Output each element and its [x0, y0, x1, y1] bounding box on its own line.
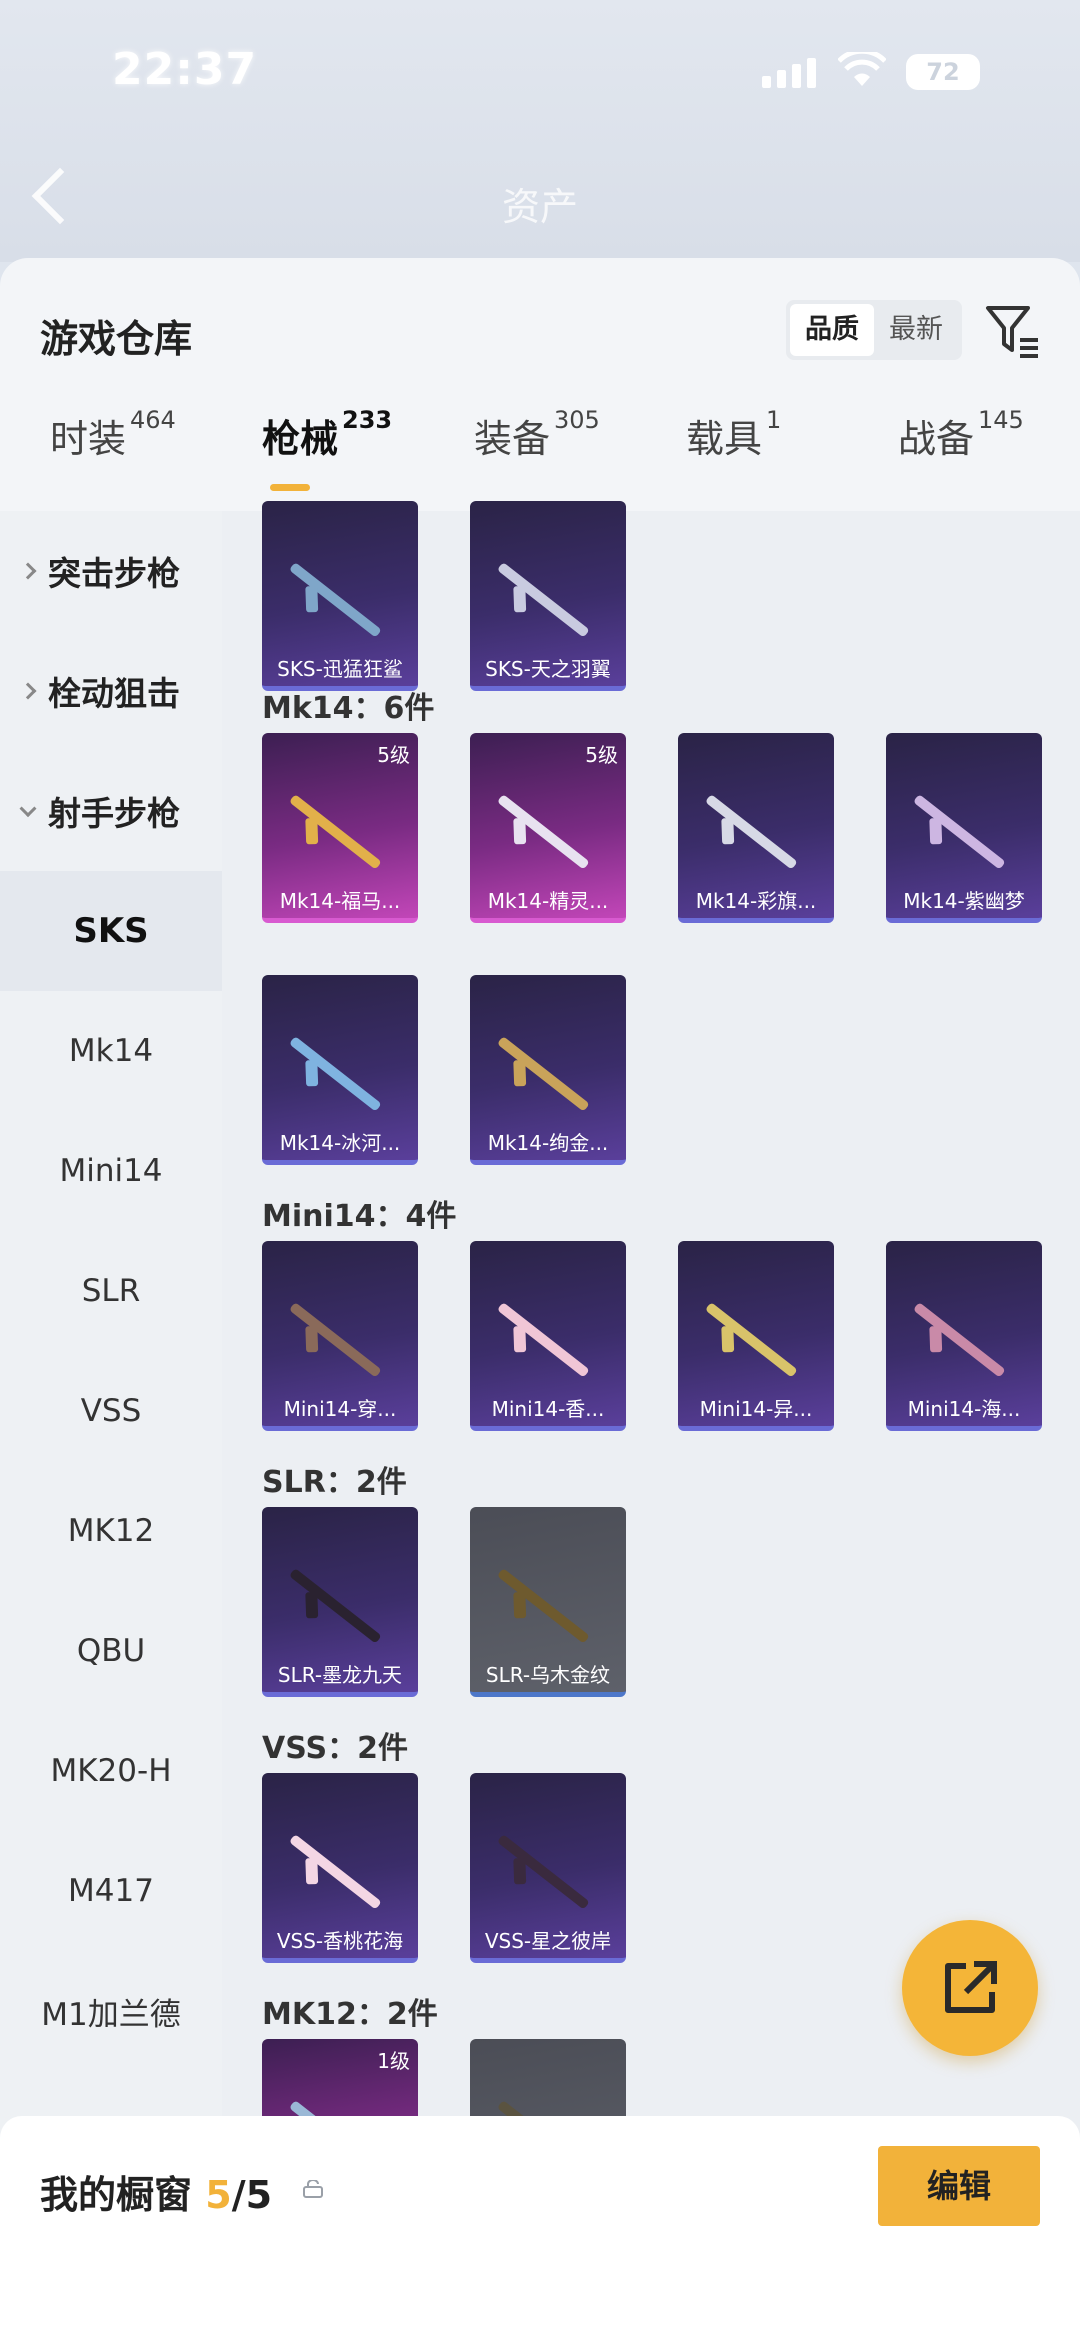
chevron-right-icon: [19, 682, 37, 700]
section-title-mini14: Mini14：4件: [262, 1199, 457, 1234]
share-external-icon: [945, 1961, 997, 2013]
sidebar-item-mk12[interactable]: MK12: [0, 1471, 222, 1591]
weapon-card[interactable]: SLR-乌木金纹: [470, 1507, 626, 1697]
top-header: 22:37 72 资产: [0, 0, 1080, 262]
sidebar-cat-assault-rifle[interactable]: 突击步枪: [0, 511, 222, 631]
sidebar-item-mini14[interactable]: Mini14: [0, 1111, 222, 1231]
sidebar-item-m1-garand[interactable]: M1加兰德: [0, 1951, 222, 2071]
weapon-card[interactable]: Mini14-穿...: [262, 1241, 418, 1431]
weapon-card[interactable]: SKS-迅猛狂鲨: [262, 501, 418, 691]
page-title: 资产: [501, 185, 578, 229]
sidebar-item-mk20h[interactable]: MK20-H: [0, 1711, 222, 1831]
category-tabs: 时装 464 枪械 233 装备 305 载具 1 战备 145: [0, 406, 1080, 494]
weapon-card[interactable]: Mk14-紫幽梦: [886, 733, 1042, 923]
chevron-down-icon: [19, 800, 37, 818]
signal-icon: [762, 58, 816, 88]
weapon-card[interactable]: Mini14-海...: [886, 1241, 1042, 1431]
weapon-card[interactable]: 5级 Mk14-精灵...: [470, 733, 626, 923]
edit-button[interactable]: 编辑: [878, 2146, 1040, 2226]
lock-icon: [303, 2180, 323, 2198]
weapon-card[interactable]: Mk14-冰河...: [262, 975, 418, 1165]
weapon-card[interactable]: Mini14-香...: [470, 1241, 626, 1431]
section-title-mk12: MK12：2件: [262, 1997, 438, 2032]
weapon-card[interactable]: Mk14-彩旗...: [678, 733, 834, 923]
sidebar-item-m417[interactable]: M417: [0, 1831, 222, 1951]
share-fab-button[interactable]: [902, 1920, 1038, 2056]
weapon-card[interactable]: VSS-香桃花海: [262, 1773, 418, 1963]
sidebar-cat-marksman-rifle[interactable]: 射手步枪: [0, 751, 222, 871]
showcase-count: 5: [205, 2173, 232, 2217]
tab-equipment[interactable]: 装备 305: [474, 406, 600, 463]
weapon-card[interactable]: 5级 Mk14-福马...: [262, 733, 418, 923]
showcase-total: /5: [231, 2173, 273, 2217]
weapon-card[interactable]: SLR-墨龙九天: [262, 1507, 418, 1697]
status-time: 22:37: [112, 44, 258, 95]
sort-newest-button[interactable]: 最新: [874, 304, 958, 356]
tab-supplies[interactable]: 战备 145: [898, 406, 1024, 463]
weapon-card[interactable]: Mini14-异...: [678, 1241, 834, 1431]
section-title-slr: SLR：2件: [262, 1465, 407, 1500]
tab-guns[interactable]: 枪械 233: [262, 406, 392, 491]
section-title-vss: VSS：2件: [262, 1731, 408, 1766]
weapon-sidebar: 突击步枪 栓动狙击 射手步枪 SKS Mk14 Mini14 SLR VSS M…: [0, 511, 222, 2341]
tab-fashion[interactable]: 时装 464: [50, 406, 176, 463]
sidebar-item-qbu[interactable]: QBU: [0, 1591, 222, 1711]
sidebar-item-mk14[interactable]: Mk14: [0, 991, 222, 1111]
sheet-title: 游戏仓库: [40, 317, 193, 361]
battery-icon: 72: [906, 54, 980, 90]
sort-quality-button[interactable]: 品质: [790, 304, 874, 356]
section-title-mk14: Mk14：6件: [262, 691, 435, 726]
weapon-grid: SKS-迅猛狂鲨 SKS-天之羽翼 Mk14：6件 5级 Mk14-福马... 5…: [222, 501, 1080, 2341]
wifi-icon: [838, 52, 886, 86]
status-bar: 22:37 72: [0, 40, 1080, 110]
weapon-card[interactable]: SKS-天之羽翼: [470, 501, 626, 691]
sidebar-item-vss[interactable]: VSS: [0, 1351, 222, 1471]
sidebar-item-sks[interactable]: SKS: [0, 871, 222, 991]
tab-vehicles[interactable]: 载具 1: [686, 406, 781, 463]
filter-icon[interactable]: [982, 300, 1042, 360]
weapon-card[interactable]: Mk14-绚金...: [470, 975, 626, 1165]
sidebar-cat-bolt-sniper[interactable]: 栓动狙击: [0, 631, 222, 751]
showcase-label: 我的橱窗 5/5: [40, 2173, 273, 2217]
sidebar-item-slr[interactable]: SLR: [0, 1231, 222, 1351]
showcase-bar: 我的橱窗 5/5 编辑: [0, 2116, 1080, 2341]
sort-toggle: 品质 最新: [786, 300, 962, 360]
chevron-right-icon: [19, 562, 37, 580]
weapon-card[interactable]: VSS-星之彼岸: [470, 1773, 626, 1963]
